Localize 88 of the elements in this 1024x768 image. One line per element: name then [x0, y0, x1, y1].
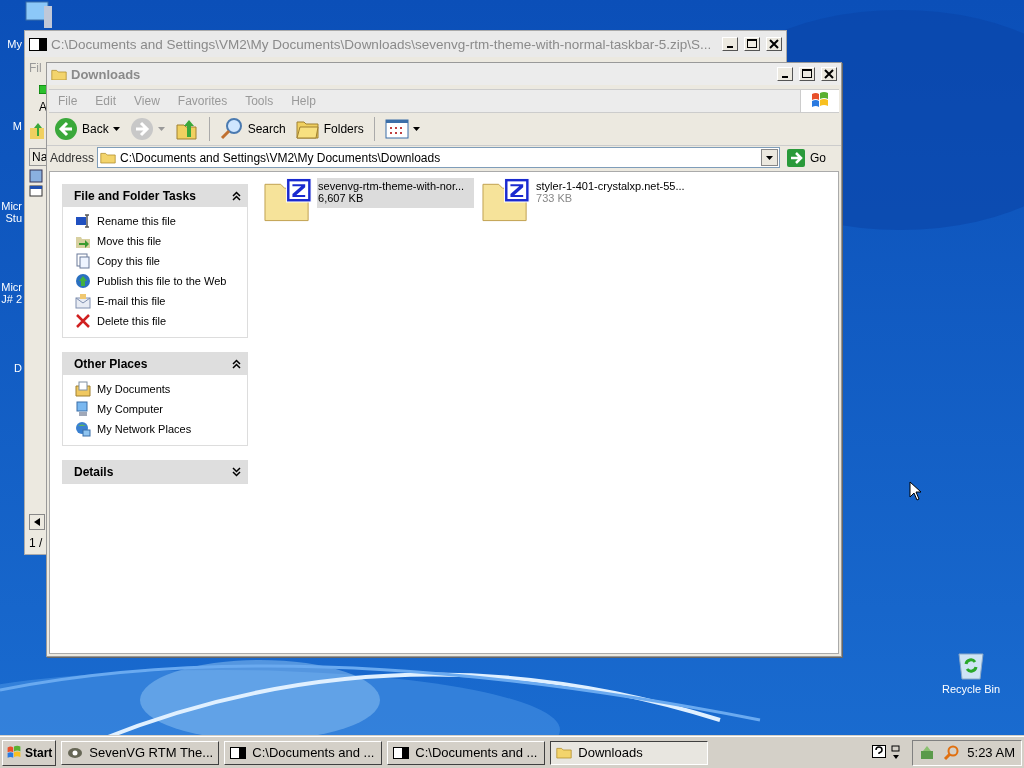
maximize-icon	[747, 39, 757, 49]
toolbar-label[interactable]: A	[39, 100, 47, 114]
window-title: C:\Documents and Settings\VM2\My Documents\Downloads\sevenvg-rtm-theme-with-normal-taskbar-5.zip\S...	[51, 36, 713, 52]
desktop-icon-label[interactable]: D	[14, 362, 22, 374]
dropdown-arrow-icon	[766, 155, 773, 160]
taskbar-button[interactable]: Downloads	[550, 740, 709, 765]
zip-folder-icon	[264, 178, 314, 222]
close-button[interactable]	[821, 67, 837, 81]
maximize-button[interactable]	[744, 37, 760, 51]
envelope-icon	[75, 293, 91, 309]
close-button[interactable]	[766, 37, 782, 51]
folder-icon	[100, 151, 117, 164]
copy-icon	[75, 253, 91, 269]
search-button[interactable]: Search	[216, 115, 289, 143]
left-arrow-icon	[34, 518, 40, 526]
file-icon	[29, 185, 43, 197]
dropdown-arrow-icon	[157, 127, 165, 131]
address-field[interactable]: C:\Documents and Settings\VM2\My Documents\Downloads	[97, 147, 780, 168]
scroll-left-button[interactable]	[29, 514, 45, 530]
task-link[interactable]: Rename this file	[75, 213, 247, 229]
dropdown-arrow-icon	[112, 127, 120, 131]
desktop-icon-label[interactable]: Recycle Bin	[942, 683, 1001, 695]
folder-icon	[556, 746, 573, 759]
network-icon	[75, 421, 91, 437]
rename-icon	[75, 213, 91, 229]
back-button[interactable]: Back	[51, 115, 123, 143]
folders-icon	[295, 118, 320, 140]
file-icon	[29, 169, 43, 183]
minimize-icon	[727, 46, 733, 48]
views-icon	[384, 119, 409, 139]
panel-header[interactable]: Details	[63, 460, 247, 483]
taskbar-button[interactable]: SevenVG RTM The...	[61, 740, 220, 765]
search-icon	[219, 117, 244, 141]
computer-icon	[75, 401, 91, 417]
windows-logo-icon	[810, 92, 830, 110]
go-arrow-icon	[787, 148, 805, 167]
go-button[interactable]: Go	[783, 148, 838, 167]
zip-folder-icon	[482, 178, 532, 222]
window-title: Downloads	[71, 66, 142, 82]
dropdown-button[interactable]	[761, 149, 778, 166]
address-label: Address	[50, 150, 95, 165]
task-link[interactable]: E-mail this file	[75, 293, 247, 309]
panel-header[interactable]: Other Places	[63, 352, 247, 375]
close-icon	[824, 69, 834, 79]
panel-header[interactable]: File and Folder Tasks	[63, 184, 247, 207]
delete-icon	[75, 313, 91, 329]
desktop-icon-label[interactable]: My	[7, 38, 22, 50]
collapse-chevron-icon	[232, 190, 241, 201]
task-link[interactable]: Move this file	[75, 233, 247, 249]
task-link[interactable]: Delete this file	[75, 313, 247, 329]
help-icon[interactable]	[872, 744, 887, 761]
minimize-button[interactable]	[777, 67, 793, 81]
desktop-icon-label[interactable]: M	[12, 120, 22, 132]
recycle-bin-icon	[956, 650, 987, 680]
file-item[interactable]: sevenvg-rtm-theme-with-nor... 6,607 KB	[317, 178, 474, 208]
desktop-icon-label[interactable]: Micr J# 2	[1, 281, 22, 305]
file-item[interactable]: styler-1-401-crystalxp.net-55... 733 KB	[535, 178, 692, 208]
start-button[interactable]: Start	[2, 739, 57, 766]
expand-chevron-icon	[232, 466, 241, 477]
collapse-chevron-icon	[232, 358, 241, 369]
archive-app-icon	[230, 746, 247, 759]
globe-icon	[75, 273, 91, 289]
mouse-cursor-icon	[909, 481, 921, 501]
documents-icon	[75, 381, 91, 397]
maximize-button[interactable]	[799, 67, 815, 81]
maximize-icon	[802, 69, 812, 79]
task-link[interactable]: Copy this file	[75, 253, 247, 269]
task-link[interactable]: Publish this file to the Web	[75, 273, 247, 289]
close-icon	[769, 39, 779, 49]
task-link[interactable]: My Computer	[75, 401, 247, 417]
folder-up-icon	[29, 122, 45, 140]
folders-button[interactable]: Folders	[292, 116, 367, 142]
clock: 5:23 AM	[967, 745, 1015, 760]
computer-icon	[22, 0, 54, 30]
minimize-icon	[782, 76, 788, 78]
app-icon	[67, 745, 84, 760]
dropdown-arrow-icon	[412, 127, 420, 131]
taskbar-button[interactable]: C:\Documents and ...	[387, 740, 546, 765]
taskbar-button[interactable]: C:\Documents and ...	[224, 740, 383, 765]
archive-app-icon	[393, 746, 410, 759]
folder-icon	[51, 67, 67, 81]
task-link[interactable]: My Documents	[75, 381, 247, 397]
toolbar-toggle-icon[interactable]	[891, 744, 902, 761]
status-text: 1 /	[29, 536, 43, 550]
task-link[interactable]: My Network Places	[75, 421, 247, 437]
desktop-icon-label[interactable]: Micr Stu	[1, 200, 22, 224]
minimize-button[interactable]	[722, 37, 738, 51]
archive-app-icon	[29, 37, 47, 51]
